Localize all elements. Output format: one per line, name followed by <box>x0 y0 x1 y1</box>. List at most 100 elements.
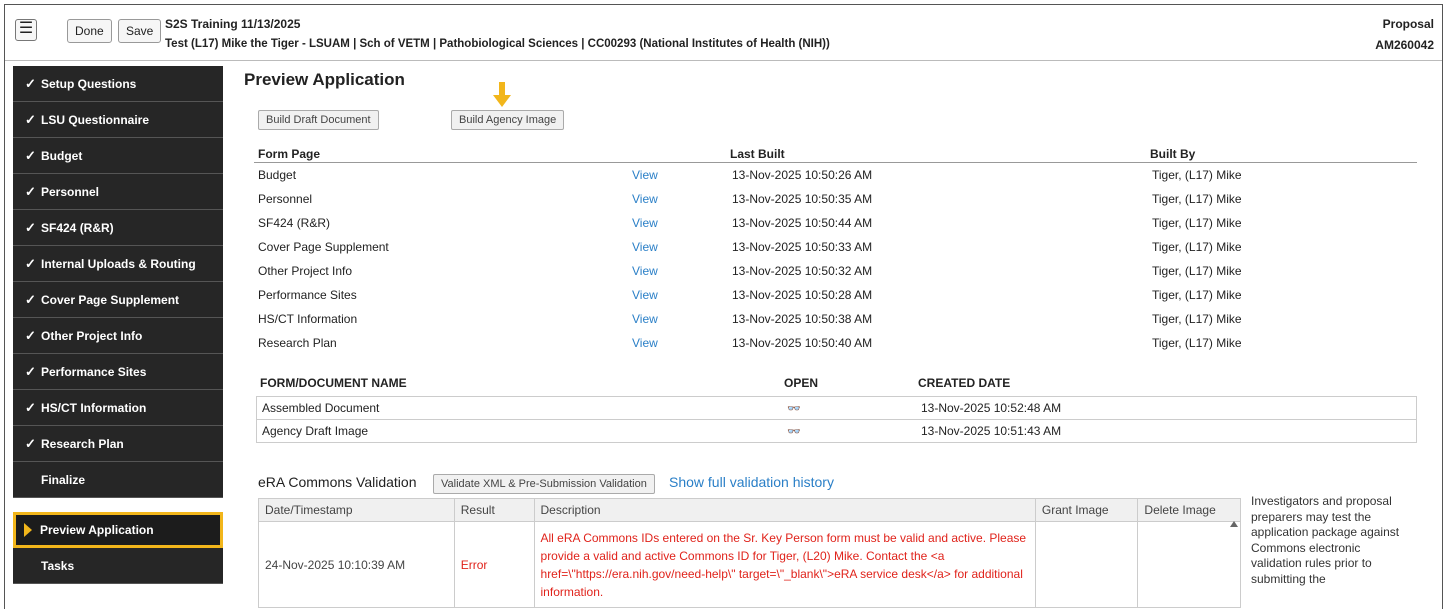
created-date: 13-Nov-2025 10:51:43 AM <box>916 419 1417 443</box>
checkmark-icon: ✓ <box>25 75 36 91</box>
validation-history-link[interactable]: Show full validation history <box>669 474 834 490</box>
scroll-up-icon[interactable] <box>1230 521 1238 527</box>
table-row: Other Project Info View 13-Nov-2025 10:50:… <box>258 260 1418 284</box>
document-name: Agency Draft Image <box>256 419 782 443</box>
view-link[interactable]: View <box>632 264 658 278</box>
last-built: 13-Nov-2025 10:50:38 AM <box>732 312 873 326</box>
form-page-name: Performance Sites <box>258 288 357 302</box>
built-by: Tiger, (L17) Mike <box>1152 336 1242 350</box>
sidebar-nav: ✓ Setup Questions ✓ LSU Questionnaire ✓ Budge… <box>13 66 223 584</box>
last-built: 13-Nov-2025 10:50:35 AM <box>732 192 873 206</box>
validation-table: Date/Timestamp Result Description Grant … <box>258 498 1241 608</box>
checkmark-icon: ✓ <box>25 399 36 415</box>
last-built: 13-Nov-2025 10:50:33 AM <box>732 240 873 254</box>
built-by: Tiger, (L17) Mike <box>1152 312 1242 326</box>
build-draft-button[interactable]: Build Draft Document <box>258 110 379 130</box>
sidebar-item-research-plan[interactable]: ✓ Research Plan <box>13 426 223 462</box>
sidebar-item-label: Performance Sites <box>41 364 147 379</box>
table-row: SF424 (R&R) View 13-Nov-2025 10:50:44 AM Ti… <box>258 212 1418 236</box>
sidebar-item-other-project-info[interactable]: ✓ Other Project Info <box>13 318 223 354</box>
sidebar-item-preview-application[interactable]: Preview Application <box>13 512 223 548</box>
grant-image-cell <box>1034 521 1139 608</box>
save-button[interactable]: Save <box>118 19 162 43</box>
sidebar-item-internal-uploads-routing[interactable]: ✓ Internal Uploads & Routing <box>13 246 223 282</box>
col-form-page: Form Page <box>258 147 321 161</box>
col-description: Description <box>533 498 1036 522</box>
col-result: Result <box>453 498 535 522</box>
last-built: 13-Nov-2025 10:50:40 AM <box>732 336 873 350</box>
sidebar-item-label: Cover Page Supplement <box>41 292 180 307</box>
col-doc-name: FORM/DOCUMENT NAME <box>260 376 407 390</box>
checkmark-icon: ✓ <box>25 255 36 271</box>
sidebar-item-personnel[interactable]: ✓ Personnel <box>13 174 223 210</box>
sidebar-item-performance-sites[interactable]: ✓ Performance Sites <box>13 354 223 390</box>
table-row: Research Plan View 13-Nov-2025 10:50:40 AM… <box>258 332 1418 356</box>
view-link[interactable]: View <box>632 168 658 182</box>
view-link[interactable]: View <box>632 240 658 254</box>
checkmark-icon: ✓ <box>25 435 36 451</box>
last-built: 13-Nov-2025 10:50:32 AM <box>732 264 873 278</box>
col-grant-image: Grant Image <box>1034 498 1139 522</box>
sidebar-item-label: Setup Questions <box>41 76 137 91</box>
validation-result: Error <box>453 521 535 608</box>
sidebar-item-hs-ct-information[interactable]: ✓ HS/CT Information <box>13 390 223 426</box>
built-by: Tiger, (L17) Mike <box>1152 264 1242 278</box>
build-agency-button[interactable]: Build Agency Image <box>451 110 565 130</box>
built-by: Tiger, (L17) Mike <box>1152 192 1242 206</box>
view-link[interactable]: View <box>632 216 658 230</box>
form-page-name: Research Plan <box>258 336 337 350</box>
form-page-name: Cover Page Supplement <box>258 240 389 254</box>
view-link[interactable]: View <box>632 192 658 206</box>
documents-table: Assembled Document 👓 13-Nov-2025 10:52:48 … <box>256 396 1417 443</box>
built-by: Tiger, (L17) Mike <box>1152 168 1242 182</box>
done-button[interactable]: Done <box>67 19 112 43</box>
caret-right-icon <box>24 523 32 537</box>
sidebar-item-setup-questions[interactable]: ✓ Setup Questions <box>13 66 223 102</box>
top-bar: ☰ Done Save S2S Training 11/13/2025 Test… <box>5 5 1442 61</box>
sidebar-item-finalize[interactable]: Finalize <box>13 462 223 498</box>
validate-button[interactable]: Validate XML & Pre-Submission Validation <box>433 474 655 494</box>
checkmark-icon: ✓ <box>25 327 36 343</box>
table-row: 24-Nov-2025 10:10:39 AM Error All eRA Co… <box>258 521 1241 608</box>
table-row: Assembled Document 👓 13-Nov-2025 10:52:48 … <box>256 396 1417 420</box>
sidebar-item-lsu-questionnaire[interactable]: ✓ LSU Questionnaire <box>13 102 223 138</box>
view-link[interactable]: View <box>632 288 658 302</box>
table-row: Budget View 13-Nov-2025 10:50:26 AM Tiger, … <box>258 164 1418 188</box>
sidebar-item-label: LSU Questionnaire <box>41 112 150 127</box>
col-built-by: Built By <box>1150 147 1196 161</box>
checkmark-icon: ✓ <box>25 219 36 235</box>
built-by: Tiger, (L17) Mike <box>1152 216 1242 230</box>
record-number: AM260042 <box>1375 38 1434 52</box>
sidebar-item-label: HS/CT Information <box>41 400 147 415</box>
col-date: Date/Timestamp <box>258 498 455 522</box>
sidebar-item-sf424-r-r[interactable]: ✓ SF424 (R&R) <box>13 210 223 246</box>
sidebar-item-label: Research Plan <box>41 436 124 451</box>
form-page-name: Other Project Info <box>258 264 353 278</box>
view-link[interactable]: View <box>632 312 658 326</box>
sidebar-item-label: Personnel <box>41 184 100 199</box>
sidebar-item-budget[interactable]: ✓ Budget <box>13 138 223 174</box>
menu-icon[interactable]: ☰ <box>15 19 37 41</box>
divider <box>254 162 1417 163</box>
built-by: Tiger, (L17) Mike <box>1152 240 1242 254</box>
table-row: Performance Sites View 13-Nov-2025 10:50:2… <box>258 284 1418 308</box>
sidebar-item-label: Finalize <box>41 472 86 487</box>
page-title: Preview Application <box>244 70 405 89</box>
form-page-name: HS/CT Information <box>258 312 358 326</box>
table-row: Agency Draft Image 👓 13-Nov-2025 10:51:43 … <box>256 419 1417 443</box>
created-date: 13-Nov-2025 10:52:48 AM <box>916 396 1417 420</box>
sidebar-item-tasks[interactable]: Tasks <box>13 548 223 584</box>
sidebar-item-label: Tasks <box>41 558 75 573</box>
col-open: OPEN <box>784 376 819 390</box>
checkmark-icon: ✓ <box>25 111 36 127</box>
sidebar-item-cover-page-supplement[interactable]: ✓ Cover Page Supplement <box>13 282 223 318</box>
open-glasses-icon[interactable]: 👓 <box>782 396 916 420</box>
open-glasses-icon[interactable]: 👓 <box>782 419 916 443</box>
built-by: Tiger, (L17) Mike <box>1152 288 1242 302</box>
view-link[interactable]: View <box>632 336 658 350</box>
sidebar-item-label: SF424 (R&R) <box>41 220 114 235</box>
last-built: 13-Nov-2025 10:50:26 AM <box>732 168 873 182</box>
validation-description: All eRA Commons IDs entered on the Sr. K… <box>533 521 1036 608</box>
checkmark-icon: ✓ <box>25 291 36 307</box>
document-name: Assembled Document <box>256 396 782 420</box>
